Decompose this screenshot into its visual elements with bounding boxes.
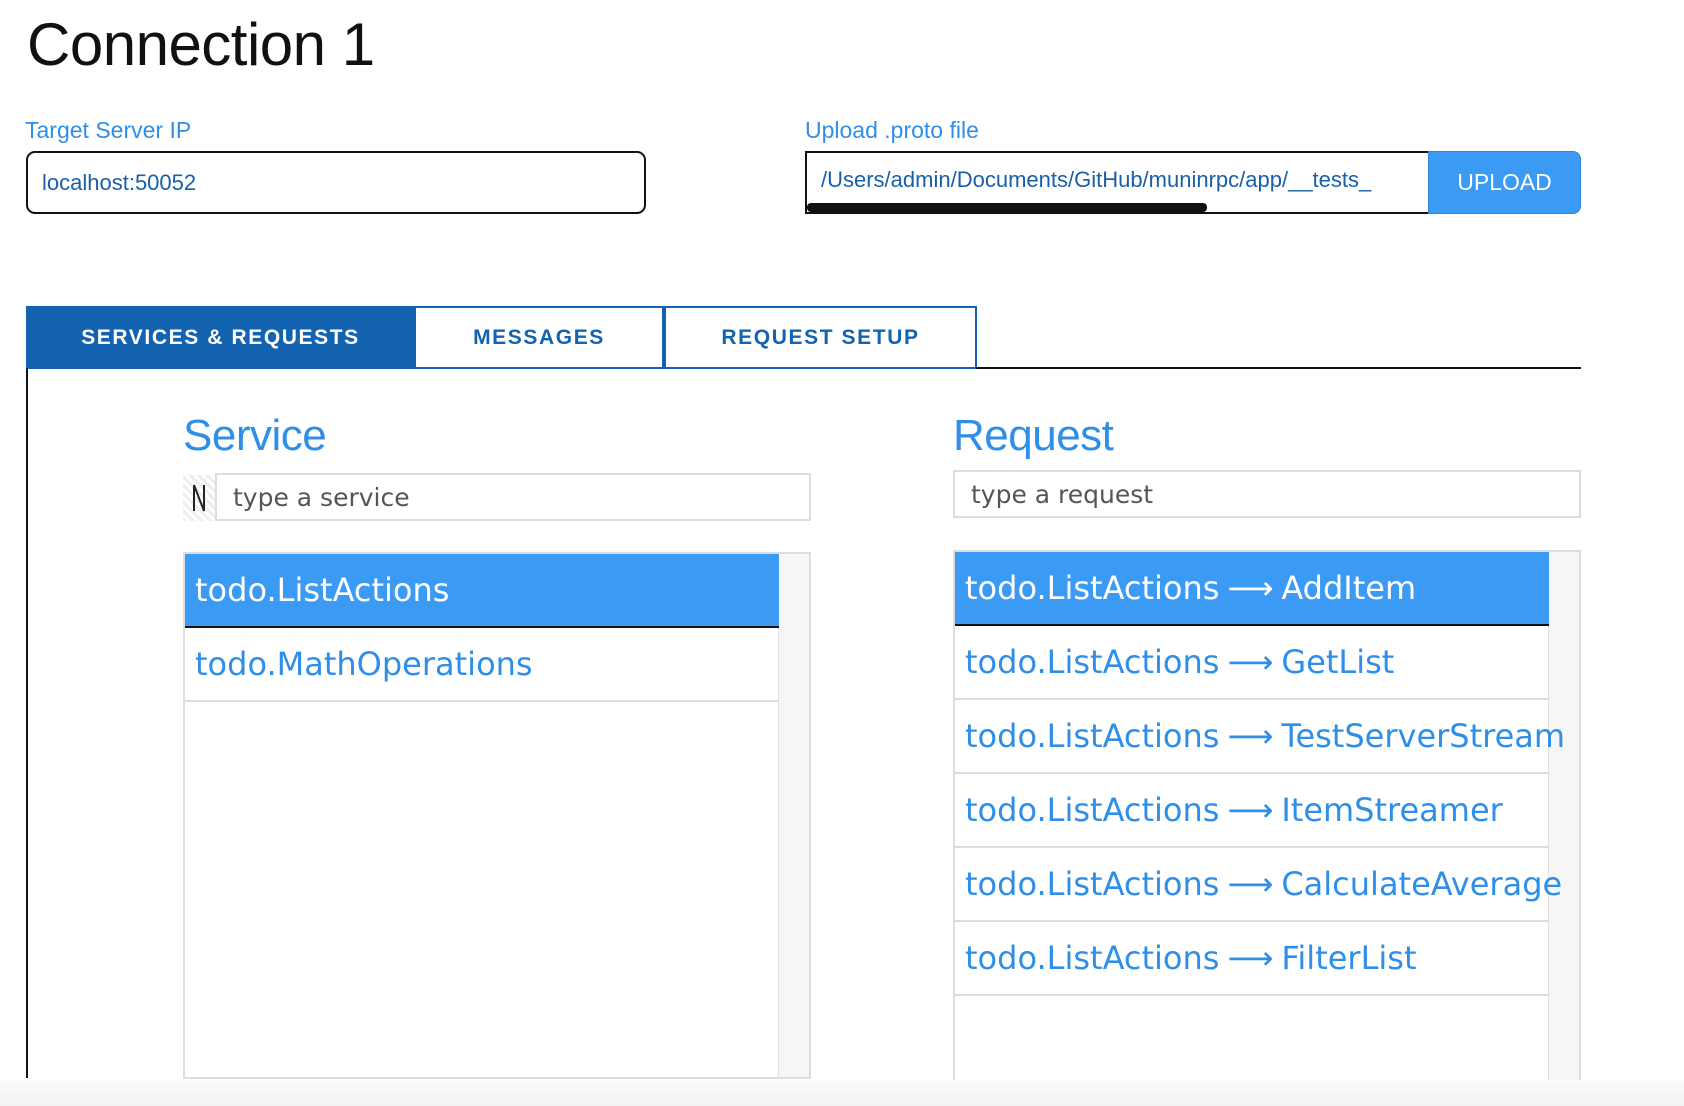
request-item-get-list[interactable]: todo.ListActions ⟶ GetList [955, 626, 1549, 700]
request-item-filter-list[interactable]: todo.ListActions ⟶ FilterList [955, 922, 1549, 996]
request-list: todo.ListActions ⟶ AddItem todo.ListAction… [953, 550, 1581, 1083]
arrow-right-icon: ⟶ [1227, 791, 1274, 829]
tab-messages[interactable]: MESSAGES [414, 306, 664, 369]
service-item-list-actions[interactable]: todo.ListActions [185, 554, 779, 628]
service-list: todo.ListActions todo.MathOperations [183, 552, 811, 1079]
request-search-input[interactable] [953, 470, 1581, 518]
tab-request-setup[interactable]: REQUEST SETUP [664, 306, 977, 369]
request-item-calculate-average[interactable]: todo.ListActions ⟶ CalculateAverage [955, 848, 1562, 922]
service-item-math-operations[interactable]: todo.MathOperations [185, 628, 779, 702]
arrow-right-icon: ⟶ [1227, 717, 1274, 755]
service-list-scrollbar[interactable] [778, 554, 809, 1077]
arrow-right-icon: ⟶ [1227, 569, 1274, 607]
request-service-name: todo.ListActions [965, 569, 1220, 607]
target-server-input[interactable] [26, 151, 646, 214]
request-list-scrollbar[interactable] [1548, 552, 1579, 1081]
window-bottom-edge [0, 1080, 1684, 1106]
arrow-right-icon: ⟶ [1227, 643, 1274, 681]
request-method-name: ItemStreamer [1281, 791, 1503, 829]
arrow-right-icon: ⟶ [1227, 939, 1274, 977]
upload-button[interactable]: UPLOAD [1428, 151, 1581, 214]
request-method-name: CalculateAverage [1281, 865, 1563, 903]
page-title: Connection 1 [27, 11, 375, 78]
request-item-test-server-stream[interactable]: todo.ListActions ⟶ TestServerStream [955, 700, 1565, 774]
proto-path-text: /Users/admin/Documents/GitHub/muninrpc/a… [821, 167, 1372, 192]
proto-path-scrollbar[interactable] [807, 203, 1207, 212]
request-title: Request [953, 411, 1114, 460]
panel-border [26, 368, 28, 1078]
arrow-right-icon: ⟶ [1227, 865, 1274, 903]
request-method-name: FilterList [1281, 939, 1417, 977]
tab-services-requests[interactable]: SERVICES & REQUESTS [26, 306, 415, 369]
request-item-item-streamer[interactable]: todo.ListActions ⟶ ItemStreamer [955, 774, 1549, 848]
service-search-input[interactable] [215, 473, 811, 521]
request-service-name: todo.ListActions [965, 791, 1220, 829]
request-method-name: AddItem [1281, 569, 1417, 607]
request-item-add-item[interactable]: todo.ListActions ⟶ AddItem [955, 552, 1549, 626]
proto-path-field[interactable]: /Users/admin/Documents/GitHub/muninrpc/a… [805, 151, 1429, 214]
request-method-name: TestServerStream [1281, 717, 1566, 755]
request-service-name: todo.ListActions [965, 717, 1220, 755]
request-service-name: todo.ListActions [965, 865, 1220, 903]
filter-icon [183, 475, 215, 521]
tab-bar-divider [976, 367, 1581, 369]
request-method-name: GetList [1281, 643, 1395, 681]
request-service-name: todo.ListActions [965, 643, 1220, 681]
request-service-name: todo.ListActions [965, 939, 1220, 977]
target-server-label: Target Server IP [25, 117, 192, 143]
service-title: Service [183, 411, 327, 460]
proto-upload-label: Upload .proto file [805, 117, 979, 143]
